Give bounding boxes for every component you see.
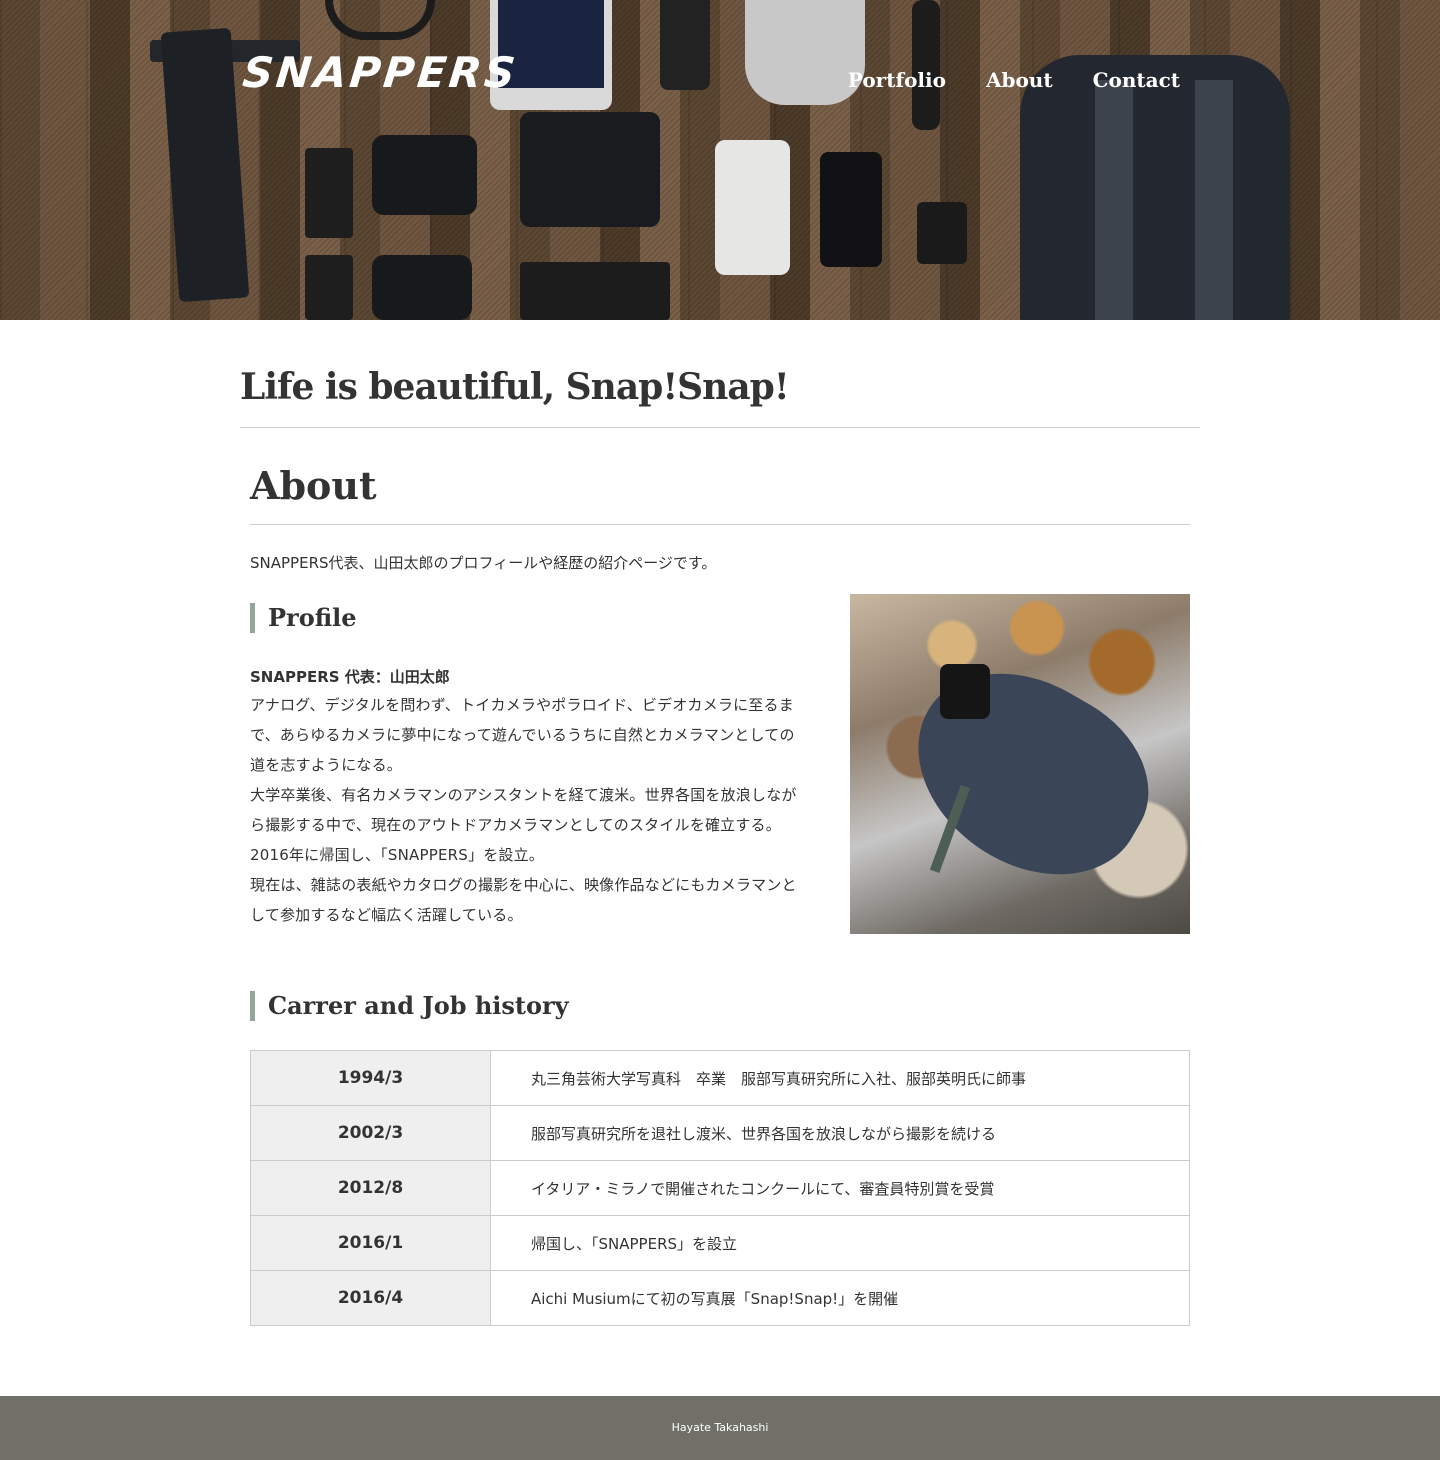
history-date: 1994/3 [250, 1050, 491, 1106]
hero-photo-cinema-camera [520, 112, 660, 227]
table-row: 2016/1 帰国し、「SNAPPERS」を設立 [250, 1215, 1190, 1271]
profile-description: アナログ、デジタルを問わず、トイカメラやポラロイド、ビデオカメラに至るまで、あら… [250, 690, 798, 930]
profile-paragraph: 2016年に帰国し、「SNAPPERS」を設立。 [250, 846, 544, 864]
page-title: About [250, 463, 1190, 525]
hero-photo-rig [160, 27, 250, 303]
hero-photo-backpack-strap [1195, 80, 1233, 320]
hero-photo-battery [305, 255, 353, 320]
hero-photo-camera [372, 255, 472, 320]
table-row: 2012/8 イタリア・ミラノで開催されたコンクールにて、審査員特別賞を受賞 [250, 1160, 1190, 1216]
history-event: Aichi Musiumにて初の写真展「Snap!Snap!」を開催 [490, 1270, 1190, 1326]
history-event: 丸三角芸術大学写真科 卒業 服部写真研究所に入社、服部英明氏に師事 [490, 1050, 1190, 1106]
table-row: 1994/3 丸三角芸術大学写真科 卒業 服部写真研究所に入社、服部英明氏に師事 [250, 1050, 1190, 1106]
nav-link-about[interactable]: About [986, 66, 1053, 94]
hero-photo-stick [912, 0, 940, 130]
site-logo[interactable]: SNAPPERS [240, 48, 520, 97]
hero-photo-lens [820, 152, 882, 267]
footer-credit: Hayate Takahashi [671, 1421, 769, 1434]
site-tagline: Life is beautiful, Snap!Snap! [240, 366, 1200, 428]
page-intro: SNAPPERS代表、山田太郎のプロフィールや経歴の紹介ページです。 [250, 554, 717, 572]
profile-name-line: SNAPPERS 代表：山田太郎 [250, 668, 450, 686]
profile-photo [850, 594, 1190, 934]
history-event: イタリア・ミラノで開催されたコンクールにて、審査員特別賞を受賞 [490, 1160, 1190, 1216]
profile-photo-camera [940, 664, 990, 719]
hero-photo-flash [917, 202, 967, 264]
hero-photo-headphones [325, 0, 435, 40]
history-date: 2002/3 [250, 1105, 491, 1161]
hero-photo-backpack-strap [1095, 80, 1133, 320]
career-history-table: 1994/3 丸三角芸術大学写真科 卒業 服部写真研究所に入社、服部英明氏に師事… [250, 1050, 1190, 1326]
hero-photo-battery [305, 148, 353, 238]
nav-link-portfolio[interactable]: Portfolio [848, 66, 946, 94]
hero-header: SNAPPERS Portfolio About Contact [0, 0, 1440, 320]
site-footer: Hayate Takahashi [0, 1396, 1440, 1460]
history-date: 2016/4 [250, 1270, 491, 1326]
profile-photo-photographer [881, 636, 1179, 912]
history-event: 服部写真研究所を退社し渡米、世界各国を放浪しながら撮影を続ける [490, 1105, 1190, 1161]
history-date: 2016/1 [250, 1215, 491, 1271]
hero-photo-backpack [1020, 55, 1290, 320]
profile-paragraph: 大学卒業後、有名カメラマンのアシスタントを経て渡米。世界各国を放浪しながら撮影す… [250, 786, 797, 834]
hero-photo-camera [372, 135, 477, 215]
table-row: 2016/4 Aichi Musiumにて初の写真展「Snap!Snap!」を開… [250, 1270, 1190, 1326]
hero-photo-accessories [520, 262, 670, 320]
career-heading: Carrer and Job history [250, 991, 569, 1021]
nav-link-contact[interactable]: Contact [1093, 66, 1180, 94]
history-event: 帰国し、「SNAPPERS」を設立 [490, 1215, 1190, 1271]
table-row: 2002/3 服部写真研究所を退社し渡米、世界各国を放浪しながら撮影を続ける [250, 1105, 1190, 1161]
profile-heading: Profile [250, 603, 357, 633]
profile-paragraph: 現在は、雑誌の表紙やカタログの撮影を中心に、映像作品などにもカメラマンとして参加… [250, 876, 797, 924]
main-nav: Portfolio About Contact [848, 66, 1180, 94]
profile-paragraph: アナログ、デジタルを問わず、トイカメラやポラロイド、ビデオカメラに至るまで、あら… [250, 696, 795, 774]
hero-photo-phone [660, 0, 710, 90]
history-date: 2012/8 [250, 1160, 491, 1216]
hero-photo-lens [715, 140, 790, 275]
